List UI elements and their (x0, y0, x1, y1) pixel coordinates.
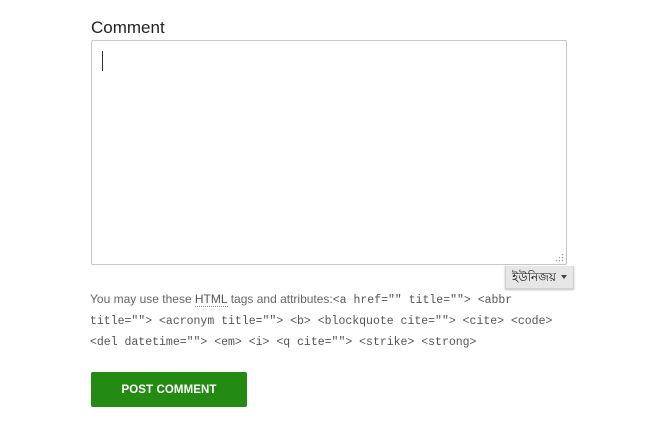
allowed-tags-suffix: tags and attributes: (230, 292, 333, 306)
text-caret (102, 51, 103, 71)
resize-grip-icon[interactable] (555, 253, 564, 262)
keyboard-layout-label: ইউনিজয় (512, 270, 556, 284)
comment-textarea[interactable] (91, 40, 567, 265)
keyboard-layout-selector[interactable]: ইউনিজয় (505, 266, 574, 289)
html-abbreviation: HTML (194, 292, 228, 307)
comment-form: Comment ইউনিজয় You may use these HTML t… (0, 0, 650, 423)
allowed-tags-note: You may use these HTML tags and attribut… (90, 289, 580, 353)
chevron-down-icon (561, 275, 567, 279)
post-comment-button[interactable]: POST COMMENT (91, 372, 247, 407)
comment-label: Comment (91, 18, 165, 37)
allowed-tags-prefix: You may use these (90, 292, 192, 306)
